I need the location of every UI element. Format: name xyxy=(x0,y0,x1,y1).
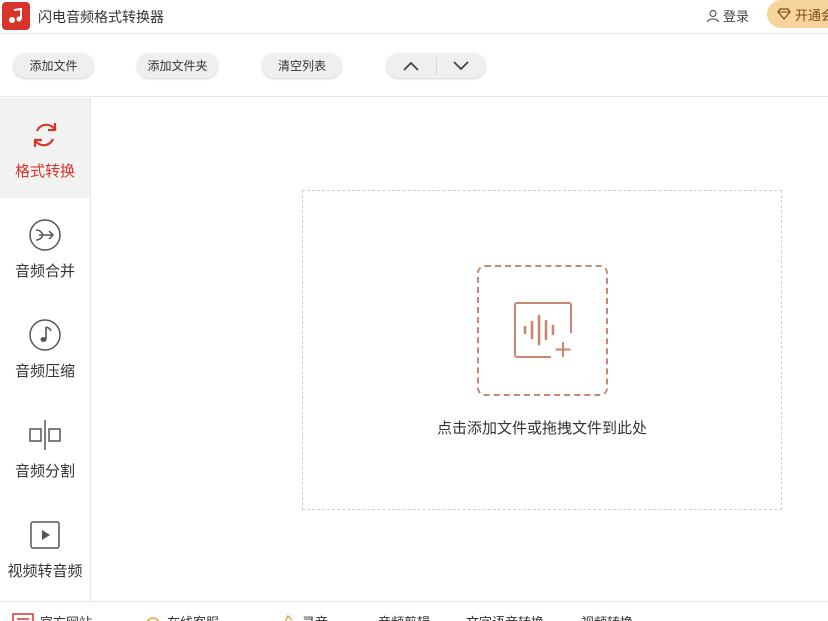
split-icon xyxy=(28,418,62,452)
mic-icon xyxy=(284,614,293,621)
sidebar: 格式转换 音频合并 音频压缩 音频分割 视频转音频 xyxy=(0,98,91,601)
sidebar-item-label: 音频合并 xyxy=(14,263,75,280)
sidebar-item-label: 音频压缩 xyxy=(14,363,75,380)
user-icon xyxy=(706,9,720,22)
text-to-speech-link[interactable]: 文字语音转换 xyxy=(466,612,544,621)
bottom-item-label: 录音 xyxy=(302,612,328,621)
merge-icon xyxy=(28,218,62,252)
app-title: 闪电音频格式转换器 xyxy=(38,9,164,25)
sidebar-item-audio-compress[interactable]: 音频压缩 xyxy=(0,298,90,398)
headset-icon xyxy=(146,616,160,621)
add-folder-button[interactable]: 添加文件夹 xyxy=(137,53,218,78)
add-file-area[interactable] xyxy=(477,265,608,396)
bottom-bar: 官方网站 在线客服 录音 音频剪辑 文字语音转换 视频转换 xyxy=(0,601,828,621)
bottom-item-label: 官方网站 xyxy=(40,612,92,621)
bottom-item-label: 在线客服 xyxy=(167,612,219,621)
video-play-icon xyxy=(28,518,62,552)
move-up-button[interactable] xyxy=(386,53,436,78)
toolbar: 添加文件 添加文件夹 清空列表 xyxy=(0,34,828,97)
chevron-up-icon xyxy=(403,61,419,71)
add-file-button[interactable]: 添加文件 xyxy=(13,53,94,78)
file-drop-zone[interactable]: 点击添加文件或拖拽文件到此处 xyxy=(302,190,782,510)
sidebar-item-format-convert[interactable]: 格式转换 xyxy=(0,98,90,198)
order-buttons xyxy=(386,53,486,78)
video-convert-link[interactable]: 视频转换 xyxy=(581,612,633,621)
sidebar-item-label: 音频分割 xyxy=(14,463,75,480)
bottom-item-label: 视频转换 xyxy=(581,612,633,621)
sidebar-item-video-to-audio[interactable]: 视频转音频 xyxy=(0,498,90,598)
audio-edit-link[interactable]: 音频剪辑 xyxy=(378,612,430,621)
chevron-down-icon xyxy=(453,60,469,70)
sidebar-item-audio-split[interactable]: 音频分割 xyxy=(0,398,90,498)
music-note-icon xyxy=(28,318,62,352)
official-website-link[interactable]: 官方网站 xyxy=(12,612,92,621)
web-icon xyxy=(12,612,34,621)
bottom-item-label: 音频剪辑 xyxy=(378,612,430,621)
sidebar-item-label: 视频转音频 xyxy=(7,563,83,580)
vip-label: 开通会员 xyxy=(795,7,828,23)
login-button[interactable]: 登录 xyxy=(706,6,749,25)
bottom-item-label: 文字语音转换 xyxy=(466,612,544,621)
login-label: 登录 xyxy=(723,9,750,24)
title-bar: 闪电音频格式转换器 登录 开通会员 xyxy=(0,0,828,34)
refresh-icon xyxy=(28,118,62,152)
online-service-link[interactable]: 在线客服 xyxy=(145,612,219,621)
record-link[interactable]: 录音 xyxy=(278,612,328,621)
clear-list-button[interactable]: 清空列表 xyxy=(262,53,342,78)
diamond-icon xyxy=(777,8,791,20)
audio-add-icon xyxy=(513,301,572,358)
app-logo-icon xyxy=(2,2,30,30)
sidebar-item-audio-merge[interactable]: 音频合并 xyxy=(0,198,90,298)
vip-button[interactable]: 开通会员 xyxy=(767,0,828,28)
sidebar-item-label: 格式转换 xyxy=(14,163,75,180)
move-down-button[interactable] xyxy=(437,53,487,78)
drop-hint-text: 点击添加文件或拖拽文件到此处 xyxy=(436,420,647,437)
